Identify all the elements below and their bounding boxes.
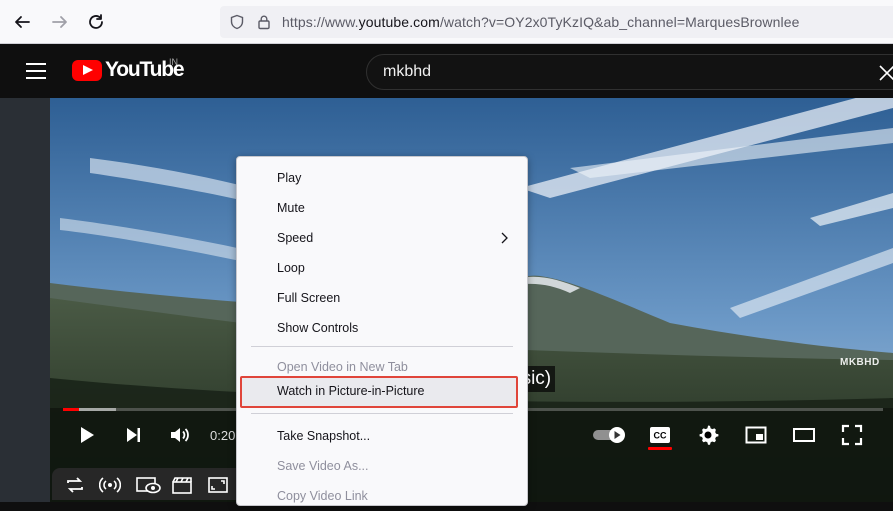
autoplay-toggle[interactable]: [592, 421, 628, 449]
url-text: https://www.youtube.com/watch?v=OY2x0TyK…: [282, 14, 800, 30]
fullscreen-button[interactable]: [836, 421, 868, 449]
menu-separator: [251, 346, 513, 347]
menu-item-label: Play: [277, 171, 302, 185]
menu-item-full-screen[interactable]: Full Screen: [237, 283, 527, 313]
browser-toolbar: https://www.youtube.com/watch?v=OY2x0TyK…: [0, 0, 893, 44]
menu-item-take-snapshot[interactable]: Take Snapshot...: [237, 421, 527, 451]
reload-button[interactable]: [82, 8, 110, 36]
time-display: 0:20: [210, 428, 236, 443]
youtube-play-icon: [72, 59, 102, 81]
skip-next-icon: [127, 428, 140, 442]
menu-item-label: Mute: [277, 201, 305, 215]
progress-played: [63, 408, 80, 411]
arrow-right-icon: [52, 16, 67, 28]
cc-icon: CC: [650, 427, 670, 443]
fullscreen-icon: [841, 424, 863, 446]
close-icon[interactable]: [877, 63, 893, 83]
menu-item-show-controls[interactable]: Show Controls: [237, 313, 527, 343]
menu-item-label: Open Video in New Tab: [277, 360, 408, 374]
clapperboard-icon: [172, 477, 192, 494]
loop-button[interactable]: [63, 474, 87, 496]
volume-icon: [171, 428, 189, 442]
play-icon: [81, 427, 94, 443]
cinema-button[interactable]: [170, 474, 194, 496]
address-bar[interactable]: https://www.youtube.com/watch?v=OY2x0TyK…: [220, 6, 893, 38]
menu-item-label: Loop: [277, 261, 305, 275]
menu-item-label: Show Controls: [277, 321, 359, 335]
repeat-icon: [67, 477, 83, 493]
reload-icon: [89, 14, 103, 29]
chevron-right-icon: [501, 232, 508, 244]
screenshot-icon: [208, 477, 228, 493]
search-query: mkbhd: [383, 63, 432, 80]
miniplayer-button[interactable]: [740, 421, 772, 449]
eye-screen-icon: [136, 477, 161, 494]
back-button[interactable]: [8, 8, 36, 36]
menu-item-copy-video-link: Copy Video Link: [237, 481, 527, 511]
menu-separator: [251, 413, 513, 414]
broadcast-icon: [99, 477, 121, 493]
menu-item-loop[interactable]: Loop: [237, 253, 527, 283]
hamburger-menu-icon[interactable]: [25, 61, 47, 81]
audio-mode-button[interactable]: [98, 474, 122, 496]
youtube-header: YouTube IN mkbhd: [0, 44, 893, 98]
menu-item-label: Copy Video Link: [277, 489, 368, 503]
picture-in-picture-button[interactable]: [134, 474, 164, 496]
menu-item-label: Full Screen: [277, 291, 341, 305]
menu-item-label: Speed: [277, 231, 314, 245]
forward-button[interactable]: [46, 8, 74, 36]
country-code: IN: [169, 57, 178, 67]
youtube-logo[interactable]: YouTube: [72, 58, 185, 82]
gear-icon: [699, 425, 719, 445]
settings-button[interactable]: [692, 421, 724, 449]
shield-icon[interactable]: [229, 14, 245, 30]
arrow-left-icon: [15, 16, 30, 28]
video-context-menu: Play Mute Speed Loop Full Screen Show Co…: [236, 156, 528, 506]
screenshot-button[interactable]: [206, 474, 230, 496]
autoplay-toggle-icon: [593, 427, 625, 443]
menu-item-play[interactable]: Play: [237, 163, 527, 193]
menu-item-mute[interactable]: Mute: [237, 193, 527, 223]
theater-mode-button[interactable]: [788, 421, 820, 449]
player-side-strip: [0, 98, 50, 502]
svg-text:CC: CC: [654, 431, 667, 441]
mute-button[interactable]: [164, 421, 196, 449]
next-button[interactable]: [117, 421, 149, 449]
miniplayer-icon: [745, 426, 767, 444]
menu-item-label: Watch in Picture-in-Picture: [277, 384, 425, 398]
menu-item-label: Save Video As...: [277, 459, 369, 473]
menu-item-label: Take Snapshot...: [277, 429, 371, 443]
play-button[interactable]: [70, 421, 102, 449]
captions-active-indicator: [648, 447, 672, 450]
channel-watermark: MKBHD: [840, 357, 880, 368]
captions-button[interactable]: CC: [644, 421, 676, 449]
menu-item-speed[interactable]: Speed: [237, 223, 527, 253]
menu-item-picture-in-picture[interactable]: Watch in Picture-in-Picture: [240, 376, 518, 408]
lock-icon[interactable]: [256, 14, 272, 30]
menu-item-save-video-as: Save Video As...: [237, 451, 527, 481]
search-input[interactable]: mkbhd: [366, 54, 893, 90]
theater-mode-icon: [793, 428, 815, 442]
